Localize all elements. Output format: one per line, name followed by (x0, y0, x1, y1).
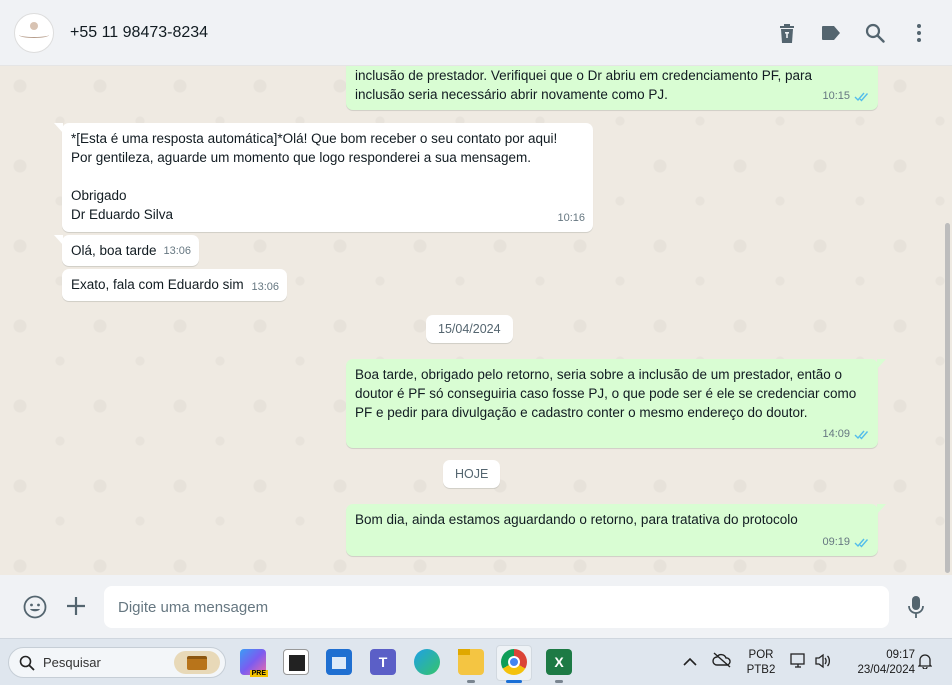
message-outgoing[interactable]: Bom dia, ainda estamos aguardando o reto… (346, 504, 886, 556)
message-composer (0, 575, 952, 638)
message-text: Exato, fala com Eduardo sim (71, 277, 244, 292)
language-line1: POR (748, 649, 774, 661)
delete-icon[interactable] (776, 22, 798, 44)
teams-icon[interactable]: T (370, 649, 396, 675)
microphone-icon[interactable] (907, 595, 925, 619)
message-outgoing[interactable]: inclusão de prestador. Verifiquei que o … (346, 66, 878, 110)
message-time: 13:06 (163, 245, 191, 257)
keyboard-language[interactable]: POR PTB2 (743, 648, 779, 678)
contact-name[interactable]: +55 11 98473-8234 (70, 24, 208, 42)
search-icon (19, 655, 35, 671)
language-line2: PTB2 (746, 664, 776, 676)
copilot-icon[interactable]: PRE (240, 649, 268, 677)
cloud-offline-icon[interactable] (712, 652, 732, 673)
bubble-tail (54, 235, 63, 245)
bubble-tail (54, 123, 63, 133)
plus-icon[interactable] (66, 596, 86, 616)
message-incoming[interactable]: *[Esta é uma resposta automática]*Olá! Q… (54, 123, 593, 232)
message-time: 09:19 (822, 536, 850, 548)
clock-date: 23/04/2024 (857, 664, 915, 676)
taskbar-search[interactable]: Pesquisar (8, 647, 226, 678)
message-outgoing[interactable]: Boa tarde, obrigado pelo retorno, seria … (346, 359, 886, 448)
message-list[interactable]: inclusão de prestador. Verifiquei que o … (0, 66, 952, 575)
message-meta: 10:15 (822, 87, 870, 106)
message-meta: 13:06 (163, 242, 191, 261)
read-ticks-icon (854, 538, 869, 548)
message-text: Boa tarde, obrigado pelo retorno, seria … (355, 367, 857, 420)
excel-icon[interactable]: X (546, 649, 572, 675)
avatar-logo (19, 21, 49, 44)
message-text: Bom dia, ainda estamos aguardando o reto… (355, 512, 798, 527)
message-incoming[interactable]: Olá, boa tarde 13:06 (54, 235, 199, 266)
excel-running-indicator (555, 680, 563, 683)
chevron-up-icon[interactable] (683, 654, 697, 672)
volume-icon[interactable] (814, 653, 832, 674)
file-explorer-icon[interactable] (458, 649, 484, 675)
message-text: inclusão de prestador. Verifiquei que o … (355, 68, 813, 102)
chat-scrollbar[interactable] (945, 223, 950, 573)
message-time: 10:16 (557, 212, 585, 224)
message-text: *[Esta é uma resposta automática]*Olá! Q… (71, 131, 558, 222)
message-incoming[interactable]: Exato, fala com Eduardo sim 13:06 (62, 269, 287, 301)
edge-icon[interactable] (414, 649, 440, 675)
message-time: 10:15 (822, 90, 850, 102)
notification-bell-icon[interactable] (917, 653, 933, 674)
date-separator: HOJE (443, 460, 501, 488)
work-briefcase-icon (174, 651, 220, 674)
microsoft-store-icon[interactable] (326, 649, 352, 675)
windows-taskbar: Pesquisar PRE T X POR PTB2 09:17 23/04/2… (0, 638, 952, 685)
message-meta: 10:16 (557, 209, 585, 228)
bubble-tail (877, 504, 886, 514)
message-meta: 09:19 (822, 533, 870, 552)
task-view-icon[interactable] (283, 649, 309, 675)
clock[interactable]: 09:17 23/04/2024 (843, 648, 915, 678)
chrome-icon[interactable] (501, 649, 527, 675)
chrome-active-indicator (506, 680, 522, 683)
read-ticks-icon (854, 430, 869, 440)
menu-icon[interactable] (908, 22, 930, 44)
message-time: 13:06 (251, 281, 279, 293)
read-ticks-icon (854, 92, 869, 102)
message-input[interactable] (104, 586, 889, 628)
message-time: 14:09 (822, 428, 850, 440)
date-separator: 15/04/2024 (426, 315, 513, 343)
search-icon[interactable] (864, 22, 886, 44)
emoji-icon[interactable] (23, 595, 47, 619)
contact-avatar[interactable] (14, 12, 54, 53)
message-meta: 13:06 (251, 278, 279, 297)
taskbar-search-label: Pesquisar (43, 655, 101, 670)
network-icon[interactable] (790, 653, 808, 674)
header-actions (776, 0, 952, 66)
bubble-tail (877, 359, 886, 369)
message-meta: 14:09 (822, 425, 870, 444)
clock-time: 09:17 (886, 649, 915, 661)
chat-header: +55 11 98473-8234 (0, 0, 952, 66)
file-explorer-running-indicator (467, 680, 475, 683)
label-icon[interactable] (820, 22, 842, 44)
